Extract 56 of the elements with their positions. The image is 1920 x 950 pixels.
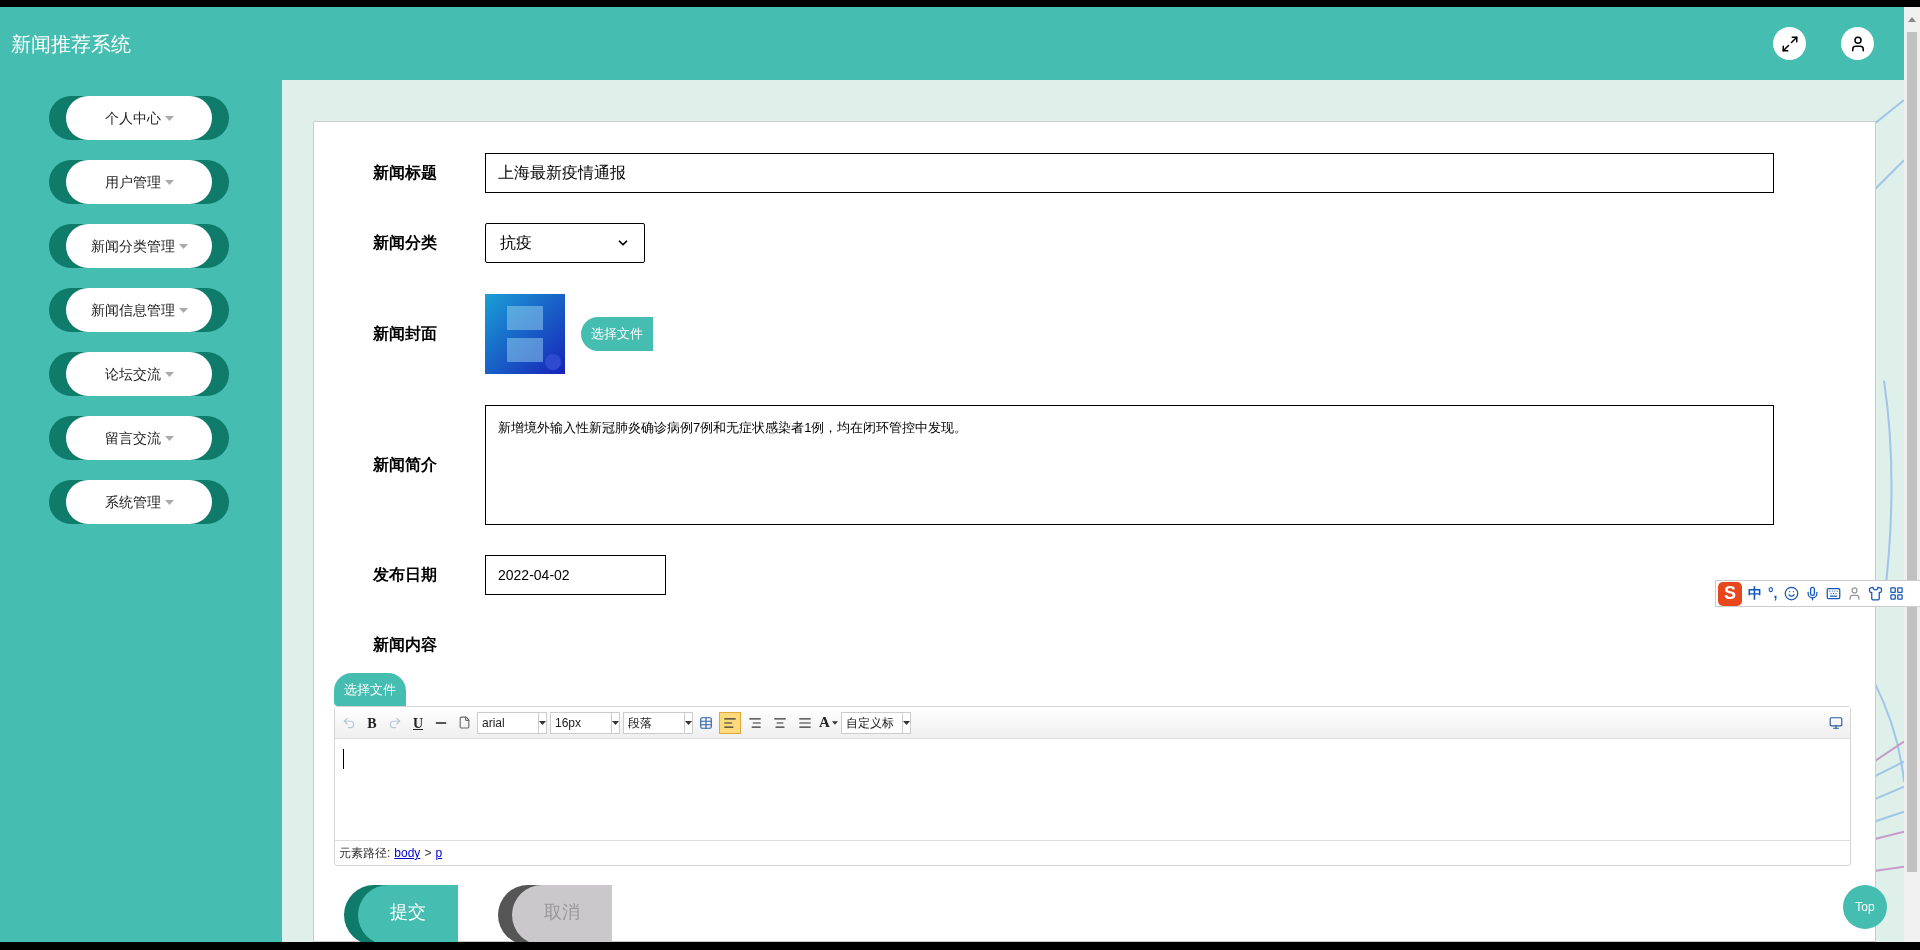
scrollbar-thumb[interactable] [1907, 32, 1917, 872]
caret-icon [902, 720, 910, 725]
sidebar-menu-button[interactable]: 个人中心 [49, 96, 229, 140]
field-label: 发布日期 [373, 566, 437, 583]
toolbar-select[interactable]: 段落 [623, 711, 693, 734]
field-label: 新闻分类 [373, 234, 437, 251]
title-input[interactable]: 上海最新疫情通报 [485, 153, 1774, 193]
caret-icon [612, 720, 619, 725]
sidebar-menu-button[interactable]: 系统管理 [49, 480, 229, 524]
field-label: 新闻标题 [373, 164, 437, 181]
align-left-icon[interactable] [719, 711, 741, 734]
fullscreen-button[interactable] [1773, 27, 1806, 60]
person-icon[interactable] [1846, 586, 1862, 601]
scroll-up-icon[interactable] [1908, 17, 1916, 22]
field-label: 新闻简介 [373, 456, 437, 473]
emoji-icon[interactable] [1783, 586, 1799, 601]
caret-icon [164, 499, 174, 505]
date-input[interactable]: 2022-04-02 [485, 555, 666, 595]
app-title: 新闻推荐系统 [11, 31, 132, 57]
toolbar-select[interactable]: 16px [550, 711, 620, 734]
ime-logo: S [1718, 581, 1742, 606]
expand-icon [1780, 34, 1799, 53]
ime-mode-text[interactable]: °, [1768, 583, 1778, 604]
caret-icon [164, 371, 174, 377]
path-link[interactable]: body [394, 844, 421, 862]
field-label: 新闻内容 [373, 636, 437, 653]
grid-icon[interactable] [1888, 586, 1904, 601]
caret-icon [164, 435, 174, 441]
bold-button[interactable]: B [362, 712, 382, 733]
underline-button[interactable]: U [408, 712, 428, 733]
caret-icon [178, 307, 188, 313]
path-link[interactable]: p [435, 844, 443, 862]
toolbar-select[interactable]: 自定义标 [840, 711, 911, 734]
path-label: 元素路径: [339, 845, 391, 862]
sidebar-menu-button[interactable]: 留言交流 [49, 416, 229, 460]
field-label: 新闻封面 [373, 325, 437, 342]
caret-icon [539, 720, 546, 725]
microphone-icon[interactable] [1804, 586, 1820, 601]
caret-icon [685, 720, 692, 725]
keyboard-icon[interactable] [1825, 586, 1841, 601]
caret-icon [178, 243, 188, 249]
font-color-button[interactable]: A [819, 712, 838, 733]
shirt-icon[interactable] [1867, 586, 1883, 601]
ime-mode-text[interactable]: 中 [1748, 583, 1762, 604]
sidebar-menu-button[interactable]: 新闻分类管理 [49, 224, 229, 268]
caret-icon [164, 115, 174, 121]
user-button[interactable] [1841, 27, 1874, 60]
caret-icon [164, 179, 174, 185]
sidebar-menu-button[interactable]: 用户管理 [49, 160, 229, 204]
sidebar-menu-button[interactable]: 新闻信息管理 [49, 288, 229, 332]
summary-textarea[interactable]: 新增境外输入性新冠肺炎确诊病例7例和无症状感染者1例，均在闭环管控中发现。 [485, 405, 1774, 525]
path-separator: > [424, 845, 432, 862]
caret-icon [831, 720, 838, 725]
sidebar-menu-button[interactable]: 论坛交流 [49, 352, 229, 396]
toolbar-select[interactable]: arial [477, 711, 547, 734]
category-select[interactable]: 抗疫 [485, 223, 645, 263]
